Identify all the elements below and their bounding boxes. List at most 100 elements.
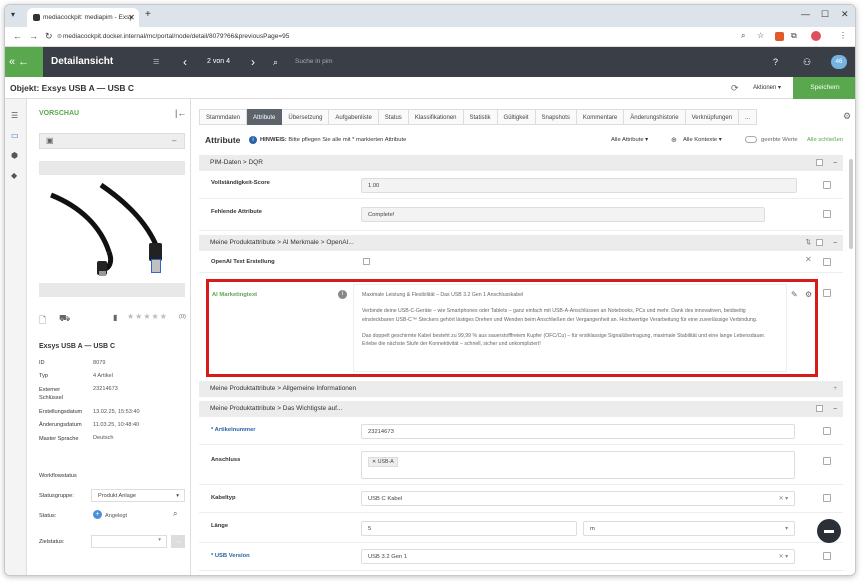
tab-aenderungshistorie[interactable]: Änderungshistorie [624,109,686,125]
row-checkbox[interactable] [823,181,831,189]
rating-stars[interactable]: ★★★★★ [127,312,168,321]
tab-verknuepfungen[interactable]: Verknüpfungen [685,109,740,125]
gear-icon[interactable]: ⚙ [805,290,812,299]
menu-icon[interactable]: ≡ [153,47,159,77]
tab-status[interactable]: Status [378,109,409,125]
help-icon[interactable]: ? [773,47,778,77]
user-icon[interactable]: ⚇ [803,47,811,77]
edit-icon[interactable]: ✎ [791,290,798,299]
apply-status-button[interactable]: → [171,535,185,548]
row-checkbox[interactable] [823,210,831,218]
search-input[interactable]: Suche in pim [295,47,333,77]
sort-icon[interactable]: ⇅ [806,235,811,251]
collapse-all-link[interactable]: Alle schließen [807,137,843,143]
section-checkbox[interactable] [816,159,823,166]
row-checkbox[interactable] [823,457,831,465]
connection-tag[interactable]: ✕ USB-A [368,457,398,467]
status-search-icon[interactable]: ⌕ [173,509,177,519]
forward-icon[interactable]: → [29,31,38,41]
tab-kommentare[interactable]: Kommentare [576,109,625,125]
inherited-toggle[interactable] [745,136,757,143]
extensions-puzzle-icon[interactable]: ⧉ [791,31,797,41]
tab-gueltigkeit[interactable]: Gültigkeit [497,109,536,125]
save-button[interactable]: Speichern [793,77,855,99]
notification-badge[interactable]: 46 [831,55,847,69]
reload-icon[interactable]: ↻ [45,31,53,42]
length-input[interactable]: 5 [361,521,577,536]
info-icon[interactable]: i [338,290,347,299]
tab-snapshots[interactable]: Snapshots [535,109,577,125]
attribute-filter-dropdown[interactable]: Alle Attribute ▾ [611,137,648,143]
section-collapse-icon[interactable]: – [833,401,837,417]
context-filter-dropdown[interactable]: Alle Kontexte ▾ [683,137,722,143]
section-checkbox[interactable] [816,239,823,246]
row-checkbox[interactable] [823,494,831,502]
browser-tab[interactable]: mediacockpit: mediapim - Exsy ✕ [27,8,139,27]
section-expand-icon[interactable]: + [833,381,837,397]
row-checkbox[interactable] [823,552,831,560]
tab-attribute[interactable]: Attribute [247,109,283,125]
section-general-info[interactable]: Meine Produktattribute > Allgemeine Info… [199,381,843,397]
settings-gear-icon[interactable]: ⚙ [843,111,851,122]
back-arrow-icon[interactable]: ← [18,56,32,68]
tag-icon[interactable]: ◆ [11,171,21,181]
prev-icon[interactable]: ‹ [183,47,187,77]
next-icon[interactable]: › [251,47,255,77]
section-collapse-icon[interactable]: – [833,235,837,251]
bookmark-icon[interactable]: ▮ [113,313,117,322]
maximize-icon[interactable]: ☐ [821,9,829,20]
new-tab-icon[interactable]: + [145,9,151,20]
minimize-icon[interactable]: — [801,9,810,19]
clear-icon[interactable]: ✕ [805,255,812,264]
scrollbar-thumb[interactable] [849,159,853,249]
bookmark-star-icon[interactable]: ☆ [757,31,764,40]
actions-dropdown[interactable]: Aktionen ▾ [753,77,781,99]
section-ai-merkmale[interactable]: Meine Produktattribute > AI Merkmale > O… [199,235,843,251]
status-plus-icon[interactable]: + [93,510,102,519]
chat-bubble-icon[interactable]: ▬ [817,519,841,543]
search-icon[interactable]: ⌕ [273,47,278,77]
status-group-select[interactable]: Produkt Anlage ▾ [91,489,185,502]
section-collapse-icon[interactable]: – [833,155,837,171]
list-icon[interactable]: ☰ [11,111,21,121]
collapse-icon[interactable]: « [9,56,18,68]
cart-icon[interactable]: ⛟ [59,313,70,325]
cube-icon[interactable]: ⬢ [11,151,21,161]
zoom-icon[interactable]: ⌕ [741,31,745,41]
image-icon[interactable]: ▣ [46,136,54,145]
ai-marketing-textarea[interactable]: Maximale Leistung & Flexibilität – Das U… [353,284,787,372]
profile-icon[interactable] [811,31,821,41]
row-checkbox[interactable] [823,427,831,435]
section-important[interactable]: Meine Produktattribute > Das Wichtigste … [199,401,843,417]
collapse-panel-icon[interactable]: |← [175,108,186,118]
score-field[interactable]: 1.00 [361,178,797,193]
url-input[interactable]: mediacockpit.docker.internal/mc/portal/n… [63,30,703,44]
section-pim-dqr[interactable]: PIM-Daten > DQR – [199,155,843,171]
tab-uebersetzung[interactable]: Übersetzung [282,109,330,125]
tab-more[interactable]: ... [739,109,758,125]
section-checkbox[interactable] [816,405,823,412]
sync-icon[interactable]: ⟳ [731,83,739,94]
usb-version-select[interactable]: USB 3.2 Gen 1 ✕ ▾ [361,549,795,564]
back-icon[interactable]: ← [13,31,22,41]
row-checkbox[interactable] [823,289,831,297]
monitor-icon[interactable]: ▭ [11,131,21,141]
cable-type-select[interactable]: USB C Kabel ✕ ▾ [361,491,795,506]
document-icon[interactable]: 🗋 [39,313,46,329]
browser-menu-icon[interactable]: ⋮ [839,31,847,40]
extension-icon[interactable] [775,32,784,41]
article-number-field[interactable]: 23214673 [361,424,795,439]
row-checkbox[interactable] [823,258,831,266]
tab-stammdaten[interactable]: Stammdaten [199,109,248,125]
tab-klassifikationen[interactable]: Klassifikationen [408,109,464,125]
missing-field[interactable]: Complete! [361,207,765,222]
length-unit-select[interactable]: m ▾ [583,521,795,536]
image-collapse-icon[interactable]: – [172,136,176,145]
close-window-icon[interactable]: ✕ [841,9,849,20]
openai-checkbox[interactable] [363,258,370,265]
tab-aufgabenliste[interactable]: Aufgabenliste [329,109,379,125]
tab-statistik[interactable]: Statistik [463,109,498,125]
site-info-icon[interactable]: ⊜ [57,33,62,40]
target-status-select[interactable]: ▾ [91,535,167,548]
tab-close-icon[interactable]: ✕ [128,8,135,27]
